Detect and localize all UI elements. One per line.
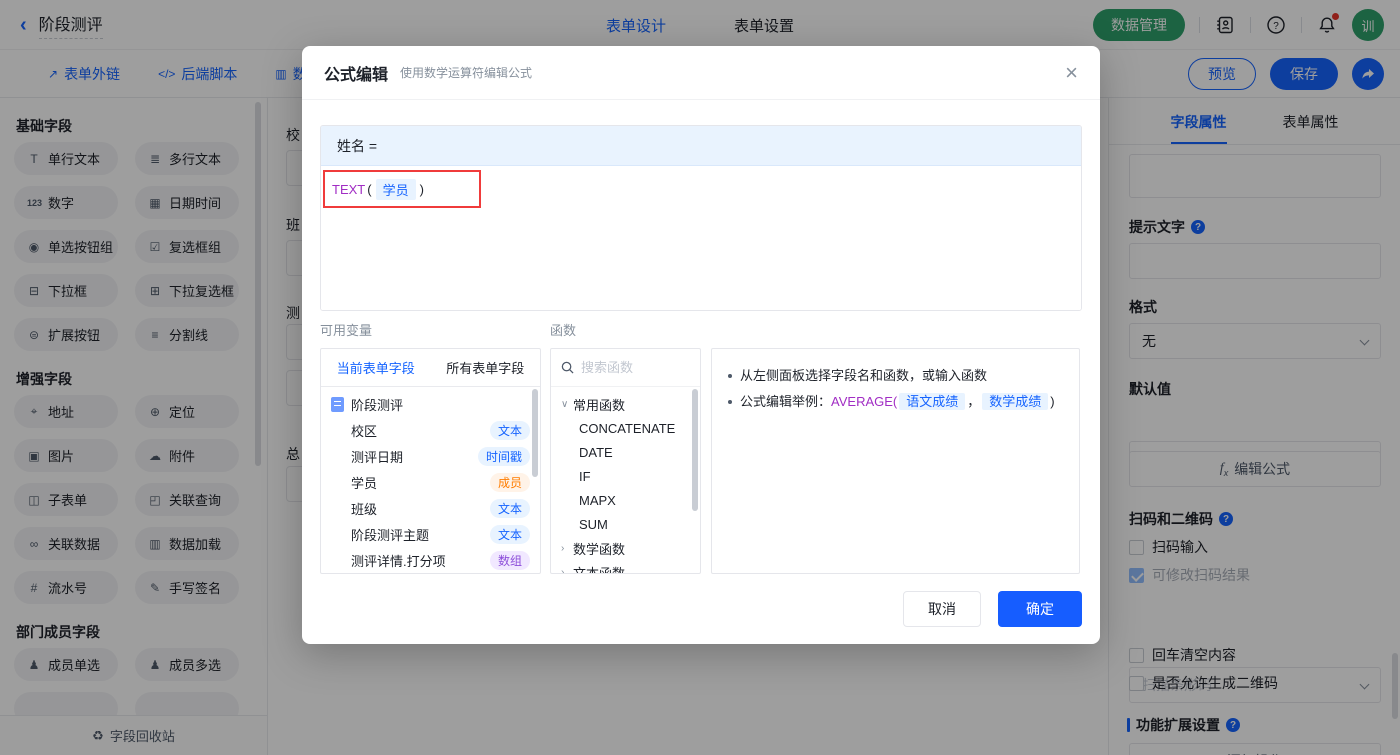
search-icon xyxy=(561,361,574,374)
example-function-keyword: AVERAGE( xyxy=(831,394,898,409)
function-item[interactable]: DATE xyxy=(551,440,700,464)
variable-row[interactable]: 班级 文本 xyxy=(321,495,540,521)
tab-all-form-fields[interactable]: 所有表单字段 xyxy=(446,358,524,377)
formula-expression[interactable]: TEXT(学员) xyxy=(332,178,424,200)
variable-row[interactable]: 阶段测评主题 文本 xyxy=(321,521,540,547)
chevron-expanded-icon: ∨ xyxy=(561,398,569,410)
variables-tabs: 当前表单字段 所有表单字段 xyxy=(321,349,540,387)
variables-scrollbar[interactable] xyxy=(532,389,538,477)
type-badge: 时间戳 xyxy=(477,446,530,466)
variable-root-row[interactable]: 阶段测评 xyxy=(321,391,540,417)
formula-target-field: 姓名 = xyxy=(321,126,1081,166)
tab-current-form-fields[interactable]: 当前表单字段 xyxy=(337,358,415,377)
formula-help-panel: 从左侧面板选择字段名和函数，或输入函数 公式编辑举例：AVERAGE(语文成绩，… xyxy=(711,348,1080,574)
function-search xyxy=(551,349,700,387)
variable-row[interactable]: 测评日期 时间戳 xyxy=(321,443,540,469)
function-group-math[interactable]: › 数学函数 xyxy=(551,536,700,560)
functions-scrollbar[interactable] xyxy=(692,389,698,511)
field-chip-student[interactable]: 学员 xyxy=(375,178,416,200)
example-field-chip: 数学成绩 xyxy=(982,393,1049,410)
variable-row[interactable]: 校区 文本 xyxy=(321,417,540,443)
bullet-dot xyxy=(728,400,732,404)
confirm-button[interactable]: 确定 xyxy=(998,591,1082,627)
function-group-common[interactable]: ∨ 常用函数 xyxy=(551,392,700,416)
modal-header: 公式编辑 使用数学运算符编辑公式 × xyxy=(302,46,1100,100)
functions-panel-label: 函数 xyxy=(550,323,577,338)
annotation-red-box: TEXT(学员) xyxy=(323,170,481,208)
function-item[interactable]: MAPX xyxy=(551,488,700,512)
variables-panel-label: 可用变量 xyxy=(320,323,373,338)
type-badge: 文本 xyxy=(489,420,530,440)
function-keyword: TEXT xyxy=(332,181,366,197)
type-badge: 数组 xyxy=(489,550,530,570)
cancel-button[interactable]: 取消 xyxy=(903,591,981,627)
formula-editor-modal: 公式编辑 使用数学运算符编辑公式 × 姓名 = TEXT(学员) 可用变量 函数… xyxy=(302,46,1100,644)
formula-editor-box: 姓名 = TEXT(学员) xyxy=(320,125,1082,311)
variable-row[interactable]: 测评详情.打分项 数组 xyxy=(321,547,540,573)
function-search-input[interactable] xyxy=(581,360,681,375)
help-tip-1: 从左侧面板选择字段名和函数，或输入函数 xyxy=(728,363,1063,389)
formula-input-area[interactable]: TEXT(学员) xyxy=(321,166,1081,310)
example-field-chip: 语文成绩 xyxy=(899,393,966,410)
function-group-text[interactable]: › 文本函数 xyxy=(551,560,700,574)
modal-title: 公式编辑 xyxy=(324,66,389,84)
function-item[interactable]: IF xyxy=(551,464,700,488)
form-file-icon xyxy=(331,396,344,412)
close-icon[interactable]: × xyxy=(1065,61,1078,84)
chevron-collapsed-icon: › xyxy=(561,566,565,574)
variables-list: 阶段测评 校区 文本 测评日期 时间戳 学员 成员 班级 文本 阶段测评主题 文本 测评详… xyxy=(321,387,540,573)
function-item[interactable]: SUM xyxy=(551,512,700,536)
chevron-collapsed-icon: › xyxy=(561,542,565,554)
variable-row[interactable]: 学员 成员 xyxy=(321,469,540,495)
help-tip-2: 公式编辑举例：AVERAGE(语文成绩，数学成绩) xyxy=(728,389,1063,415)
type-badge: 文本 xyxy=(489,498,530,518)
type-badge: 文本 xyxy=(489,524,530,544)
bullet-dot xyxy=(728,374,732,378)
function-tree: ∨ 常用函数 CONCATENATE DATE IF MAPX SUM › 数学函数… xyxy=(551,387,700,574)
modal-subtitle: 使用数学运算符编辑公式 xyxy=(400,66,533,80)
function-item[interactable]: CONCATENATE xyxy=(551,416,700,440)
variables-panel: 当前表单字段 所有表单字段 阶段测评 校区 文本 测评日期 时间戳 学员 成员 班级文… xyxy=(320,348,541,574)
functions-panel: ∨常用函数 CONCATENATE DATE IF MAPX SUM ›数学函数… xyxy=(550,348,701,574)
type-badge: 成员 xyxy=(489,472,530,492)
